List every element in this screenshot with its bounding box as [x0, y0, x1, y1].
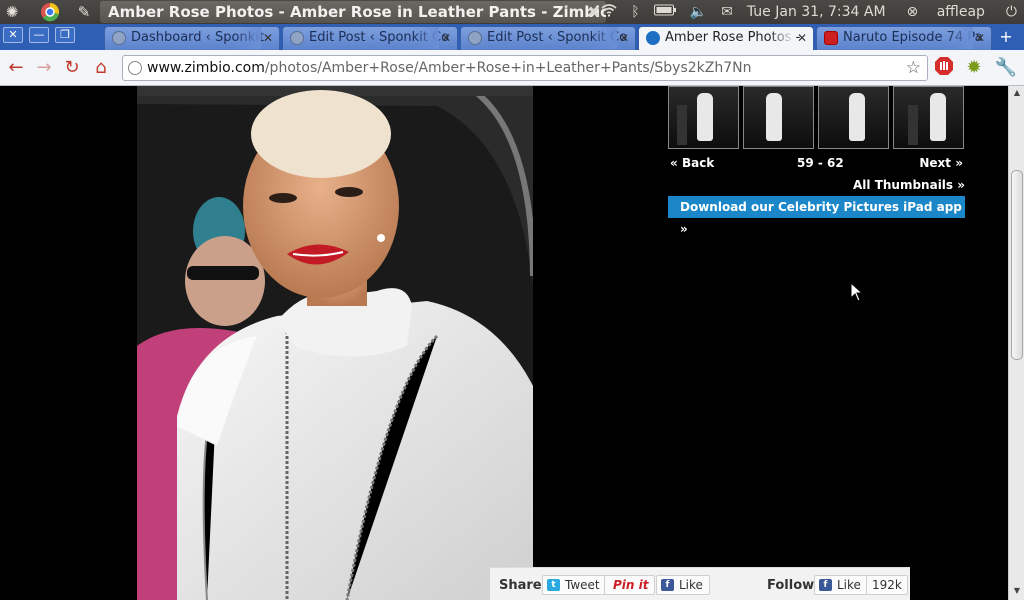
- power-icon[interactable]: ⏻: [999, 4, 1024, 20]
- wifi-icon[interactable]: [594, 3, 624, 21]
- twitter-bird-icon: t: [547, 579, 560, 591]
- close-tab-icon[interactable]: ✕: [263, 27, 273, 49]
- like-label: Like: [679, 578, 703, 592]
- follow-label: Follow: [767, 578, 815, 593]
- tweet-label: Tweet: [565, 578, 600, 592]
- back-label: Back: [681, 156, 715, 170]
- range-label: 59 - 62: [797, 156, 844, 170]
- thumbnail-strip: [668, 86, 965, 149]
- window-restore-button[interactable]: ❐: [55, 27, 75, 43]
- forward-icon[interactable]: →: [32, 56, 56, 80]
- zimbio-icon: [646, 31, 660, 45]
- thumbnail[interactable]: [668, 86, 739, 149]
- close-tab-icon[interactable]: ✕: [797, 27, 807, 49]
- ubuntu-logo-icon[interactable]: ✺: [0, 0, 24, 24]
- next-label: Next: [919, 156, 952, 170]
- thumbnail[interactable]: [818, 86, 889, 149]
- tab-amber-rose-photos[interactable]: Amber Rose Photos - ✕: [638, 26, 814, 50]
- window-minimize-button[interactable]: —: [29, 27, 49, 43]
- thumbnail[interactable]: [743, 86, 814, 149]
- bookmark-star-icon[interactable]: ☆: [906, 56, 921, 80]
- bluetooth-icon[interactable]: ᛒ: [624, 4, 646, 20]
- vertical-scrollbar[interactable]: ▲ ▼: [1008, 86, 1024, 600]
- facebook-icon: f: [819, 579, 832, 591]
- url-path: /photos/Amber+Rose/Amber+Rose+in+Leather…: [264, 60, 752, 76]
- reload-icon[interactable]: ↻: [60, 56, 84, 80]
- tab-edit-post-2[interactable]: Edit Post ‹ Sponkit Co ✕: [460, 26, 636, 50]
- back-link[interactable]: « Back: [670, 156, 714, 170]
- facebook-like-button[interactable]: f Like: [656, 575, 710, 595]
- all-thumbnails-link[interactable]: All Thumbnails »: [668, 178, 965, 192]
- address-bar[interactable]: www.zimbio.com/photos/Amber+Rose/Amber+R…: [122, 55, 928, 81]
- facebook-icon: f: [661, 579, 674, 591]
- close-tab-icon[interactable]: ✕: [975, 27, 985, 49]
- close-tab-icon[interactable]: ✕: [441, 27, 451, 49]
- battery-icon[interactable]: [647, 4, 683, 20]
- chrome-icon[interactable]: [38, 0, 62, 24]
- next-link[interactable]: Next »: [919, 156, 963, 170]
- gallery-nav: « Back 59 - 62 Next »: [668, 156, 965, 172]
- browser-toolbar: ← → ↻ ⌂ www.zimbio.com/photos/Amber+Rose…: [0, 50, 1024, 86]
- user-name: affleap: [936, 4, 985, 20]
- main-photo[interactable]: [137, 86, 533, 600]
- system-tray: ᛒ 🔈 ✉ Tue Jan 31, 7:34 AM ⊗ affleap ⏻: [594, 0, 1024, 24]
- youtube-icon: [824, 31, 838, 45]
- wordpress-icon: [112, 31, 126, 45]
- extension-gear-icon[interactable]: ✹: [962, 56, 986, 80]
- scrollbar-thumb[interactable]: [1011, 170, 1023, 360]
- tab-strip: ✕ — ❐ Dashboard ‹ Sponkit ✕ Edit Post ‹ …: [0, 24, 1024, 50]
- new-tab-button[interactable]: +: [994, 28, 1018, 46]
- user-status-icon: ⊗: [906, 4, 919, 20]
- page-info-icon[interactable]: [128, 61, 142, 75]
- wordpress-icon: [468, 31, 482, 45]
- tab-edit-post-1[interactable]: Edit Post ‹ Sponkit Co ✕: [282, 26, 458, 50]
- user-menu[interactable]: ⊗ affleap: [893, 4, 999, 20]
- mouse-cursor-icon: [850, 282, 864, 302]
- scroll-up-arrow-icon[interactable]: ▲: [1011, 88, 1023, 100]
- pinit-label: Pin it: [613, 578, 649, 592]
- ipad-app-promo[interactable]: Download our Celebrity Pictures iPad app…: [668, 196, 965, 236]
- pinit-button[interactable]: Pin it: [604, 575, 656, 595]
- url-host: www.zimbio.com: [147, 60, 265, 76]
- share-bar: Share t Tweet Pin it f Like Follow f Lik…: [490, 567, 910, 600]
- window-close-button[interactable]: ✕: [3, 27, 23, 43]
- follow-like-label: Like: [837, 578, 861, 592]
- tab-naruto[interactable]: Naruto Episode 74 Pa ✕: [816, 26, 992, 50]
- back-icon[interactable]: ←: [4, 56, 28, 80]
- window-title: Amber Rose Photos - Amber Rose in Leathe…: [100, 1, 606, 23]
- adblock-icon[interactable]: [932, 56, 956, 80]
- mail-icon[interactable]: ✉: [714, 4, 740, 20]
- home-icon[interactable]: ⌂: [89, 56, 113, 80]
- wrench-menu-icon[interactable]: 🔧: [994, 56, 1018, 80]
- clock[interactable]: Tue Jan 31, 7:34 AM: [740, 4, 893, 20]
- share-label: Share: [499, 578, 542, 593]
- volume-icon[interactable]: 🔈: [683, 4, 714, 20]
- top-panel: ✺ ✎ Amber Rose Photos - Amber Rose in Le…: [0, 0, 1024, 24]
- wordpress-icon: [290, 31, 304, 45]
- text-editor-icon[interactable]: ✎: [72, 0, 96, 24]
- double-chevron-left-icon: «: [670, 156, 678, 170]
- close-tab-icon[interactable]: ✕: [619, 27, 629, 49]
- like-count-badge: 192k: [866, 575, 908, 595]
- tweet-button[interactable]: t Tweet: [542, 575, 607, 595]
- follow-like-button[interactable]: f Like: [814, 575, 868, 595]
- double-chevron-right-icon: »: [955, 156, 963, 170]
- tab-dashboard[interactable]: Dashboard ‹ Sponkit ✕: [104, 26, 280, 50]
- thumbnail[interactable]: [893, 86, 964, 149]
- window-title-text: Amber Rose Photos - Amber Rose in Leathe…: [108, 3, 606, 21]
- page-content: « Back 59 - 62 Next » All Thumbnails » D…: [0, 86, 1008, 600]
- scroll-down-arrow-icon[interactable]: ▼: [1011, 586, 1023, 598]
